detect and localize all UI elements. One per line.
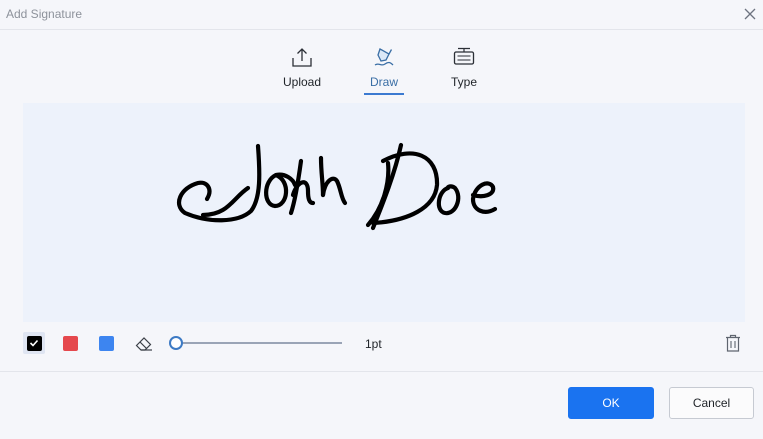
tab-draw[interactable]: Draw	[354, 46, 414, 96]
blue-swatch	[99, 336, 114, 351]
clear-signature-button[interactable]	[724, 333, 742, 353]
close-button[interactable]	[741, 5, 759, 23]
trash-icon	[726, 334, 740, 352]
title-bar: Add Signature	[0, 0, 763, 30]
drawn-signature	[177, 142, 498, 231]
tab-type-label: Type	[450, 75, 477, 89]
active-tab-indicator	[364, 93, 404, 95]
drawing-toolbar: 1pt	[0, 330, 763, 356]
stroke-size-label: 1pt	[365, 337, 382, 351]
keyboard-icon	[453, 47, 475, 65]
cancel-button[interactable]: Cancel	[669, 387, 754, 419]
pen-icon	[374, 48, 394, 66]
tab-upload[interactable]: Upload	[272, 46, 332, 96]
slider-thumb[interactable]	[169, 336, 183, 350]
signature-draw-canvas[interactable]	[23, 103, 745, 322]
tab-draw-label: Draw	[369, 75, 398, 89]
stroke-size-slider[interactable]	[168, 335, 344, 351]
dialog-title: Add Signature	[6, 7, 83, 21]
footer-divider	[0, 371, 763, 372]
tab-upload-label: Upload	[282, 75, 322, 89]
ok-button[interactable]: OK	[568, 387, 654, 419]
slider-track	[176, 342, 342, 344]
color-swatch-black[interactable]	[23, 332, 45, 354]
color-swatch-red[interactable]	[59, 332, 81, 354]
checkmark-icon	[29, 339, 39, 347]
upload-icon	[292, 48, 312, 67]
signature-mode-tabs: Upload Draw Type	[0, 46, 763, 96]
color-swatch-blue[interactable]	[95, 332, 117, 354]
add-signature-dialog: Add Signature Upload Draw Type 1pt OK Ca…	[0, 0, 763, 439]
close-icon	[744, 8, 756, 20]
tab-type[interactable]: Type	[434, 46, 494, 96]
eraser-button[interactable]	[134, 334, 154, 352]
eraser-icon	[135, 337, 152, 351]
red-swatch	[63, 336, 78, 351]
